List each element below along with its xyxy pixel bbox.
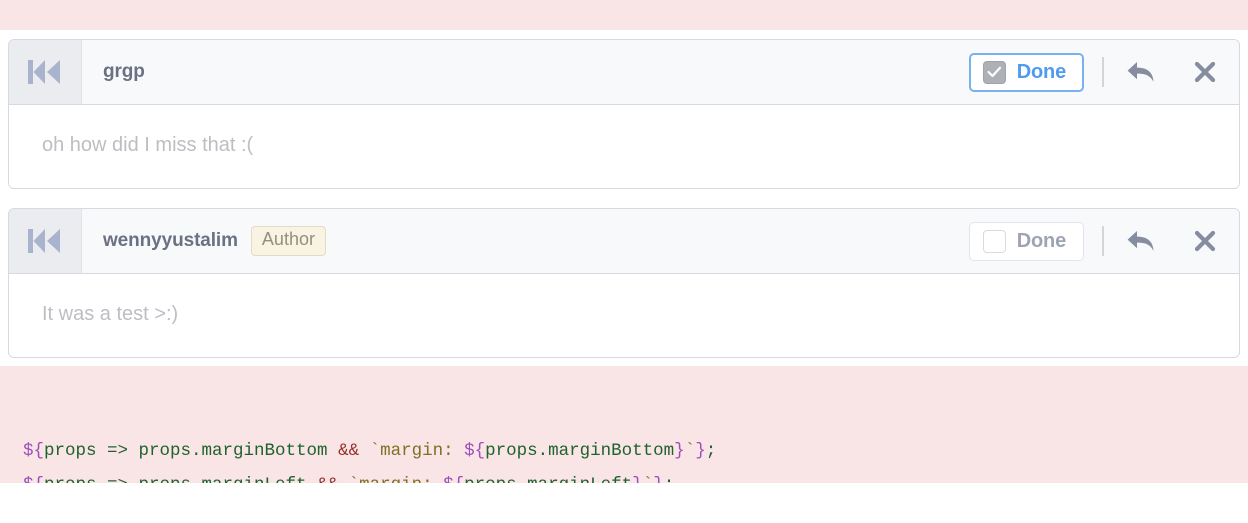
code-block-top[interactable]: ${props => props.marginTop && `margin: $… (0, 0, 1248, 30)
inline-comments-area: grgp Done oh how did I miss that:(wenn… (0, 30, 1248, 366)
comment-body[interactable]: oh how did I miss that :( (9, 105, 1239, 188)
code-token: ${ (464, 441, 486, 461)
author-badge: Author (250, 226, 326, 256)
done-button-label: Done (1016, 229, 1066, 252)
reply-arrow-icon[interactable] (1126, 59, 1158, 85)
comment-username[interactable]: wennyyustalim (103, 230, 238, 252)
comment-card-grgp: grgp Done oh how did I miss that:( (8, 39, 1240, 189)
close-icon[interactable] (1193, 229, 1217, 253)
code-token: `margin: (359, 441, 465, 461)
close-icon[interactable] (1193, 60, 1217, 84)
comment-username[interactable]: grgp (103, 61, 145, 83)
avatar[interactable] (9, 40, 82, 104)
code-token: props.marginBottom (485, 441, 675, 461)
action-divider (1102, 57, 1104, 87)
comment-card-wennyyustalim: wennyyustalim Author Done It was a test … (8, 208, 1240, 358)
code-token: ` (643, 475, 654, 483)
done-button-label: Done (1016, 60, 1066, 83)
comment-author-area: wennyyustalim Author (82, 209, 969, 273)
avatar[interactable] (9, 209, 82, 273)
code-token: ; (705, 441, 717, 461)
code-token: props.marginLeft (464, 475, 632, 483)
code-line[interactable]: ${props => props.marginBottom && `margin… (0, 434, 1248, 468)
comment-text: It was a test >:) (42, 303, 179, 325)
code-block-bottom[interactable]: ${props => props.marginBottom && `margin… (0, 366, 1248, 483)
done-button[interactable]: Done (968, 52, 1084, 92)
comment-header: wennyyustalim Author Done (9, 209, 1239, 274)
code-token: && (317, 475, 338, 483)
comment-actions: Done (968, 40, 1239, 104)
reply-arrow-icon[interactable] (1126, 228, 1158, 254)
action-divider (1102, 226, 1104, 256)
comment-body[interactable]: It was a test >:) (9, 274, 1239, 357)
code-token: ` (684, 441, 696, 461)
done-checkbox[interactable] (982, 229, 1006, 253)
done-checkbox[interactable] (982, 60, 1006, 84)
code-token: ${ (23, 475, 44, 483)
code-token: ${ (23, 441, 45, 461)
comment-actions: Done (968, 209, 1239, 273)
comment-header: grgp Done (9, 40, 1239, 105)
code-token: } (674, 441, 685, 461)
code-token: ${ (443, 475, 464, 483)
done-button[interactable]: Done (968, 221, 1084, 261)
skip-backward-icon (28, 228, 62, 254)
comment-author-area: grgp (82, 40, 969, 104)
code-token: } (695, 441, 706, 461)
comment-text: oh how did I miss that :( (42, 134, 254, 156)
code-token: `margin: (338, 475, 443, 483)
code-token: } (632, 475, 643, 483)
code-line[interactable]: ${props => props.marginLeft && `margin: … (0, 468, 1248, 483)
skip-backward-icon (28, 59, 62, 85)
code-token: ; (664, 475, 675, 483)
code-token: } (653, 475, 664, 483)
code-token: && (338, 441, 360, 461)
code-token: props => props.marginLeft (44, 475, 317, 483)
code-token: props => props.marginBottom (44, 441, 339, 461)
